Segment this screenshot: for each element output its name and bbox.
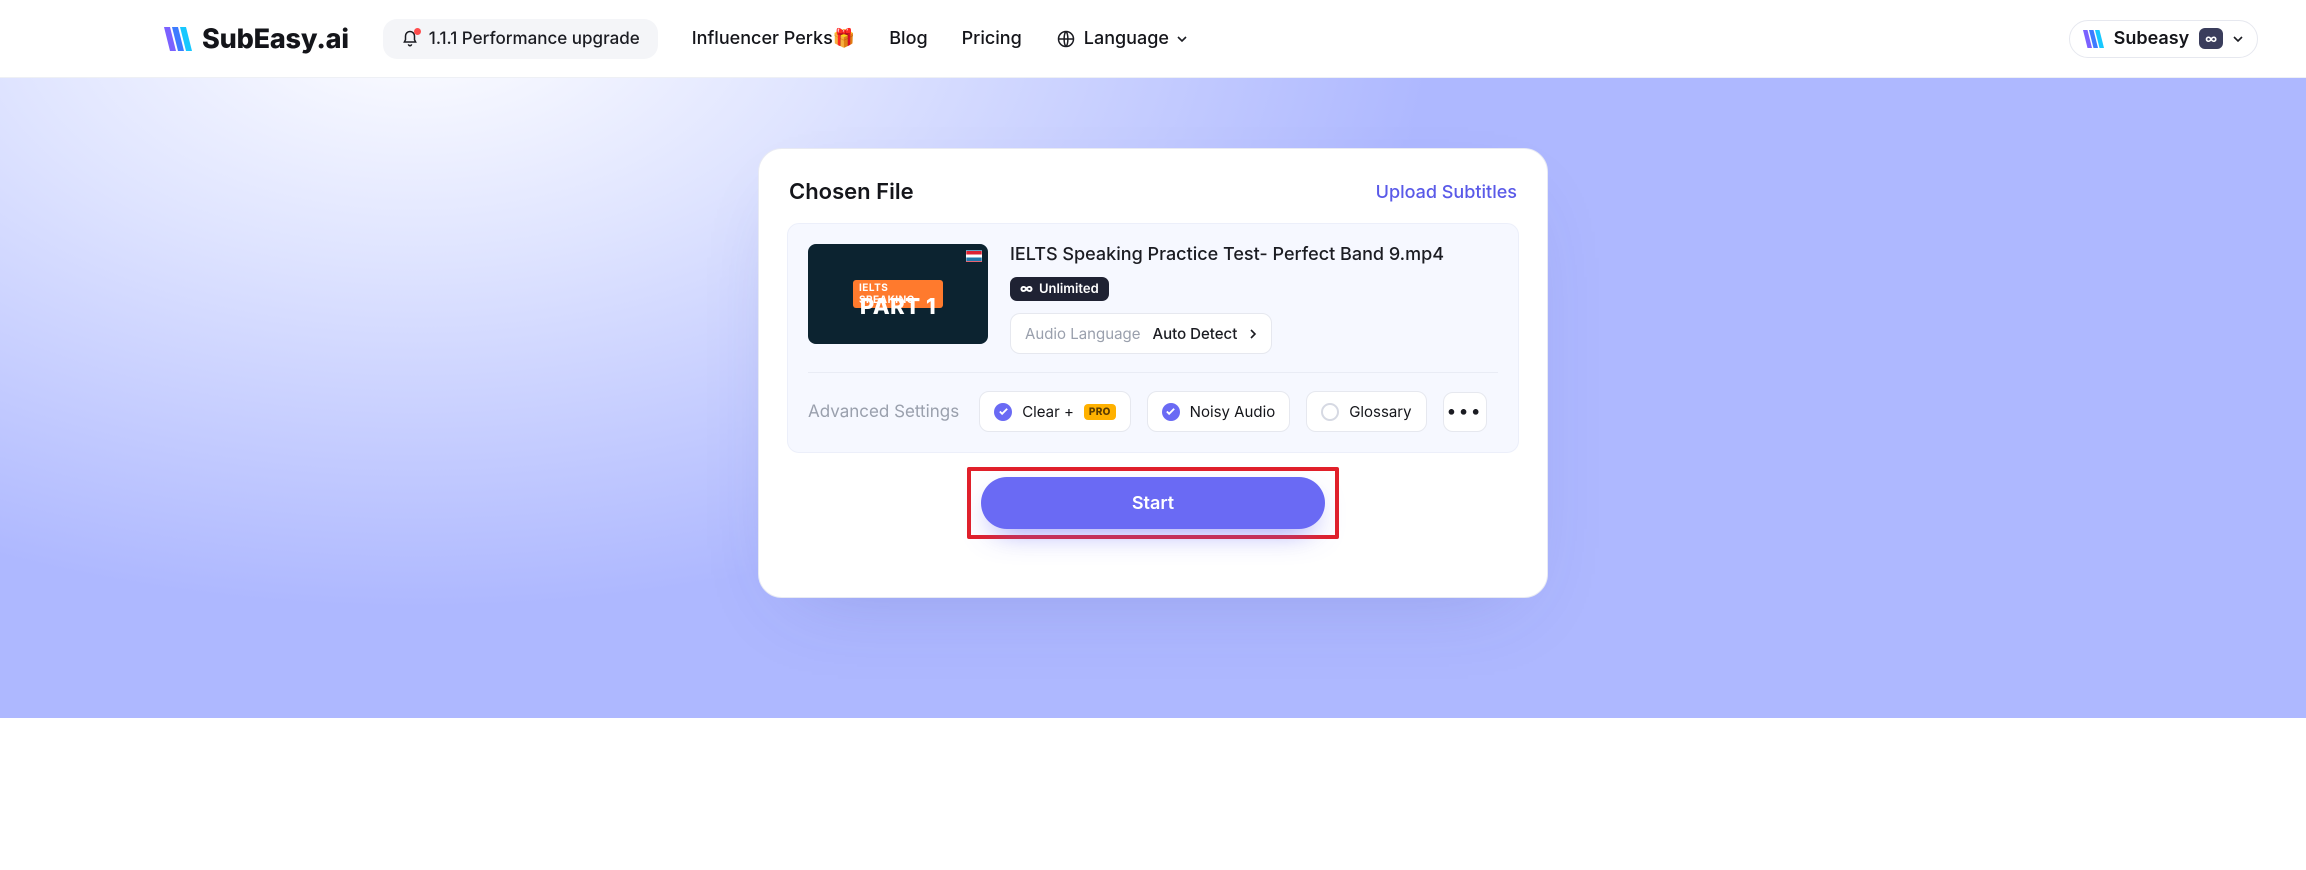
checkbox-on-icon: [1162, 403, 1180, 421]
gift-icon: 🎁: [833, 28, 855, 49]
pro-badge: PRO: [1084, 404, 1116, 420]
option-clear-label: Clear +: [1022, 402, 1074, 421]
nav-blog[interactable]: Blog: [889, 28, 927, 49]
main-stage: Chosen File Upload Subtitles IELTS SPEAK…: [0, 78, 2306, 718]
file-card: IELTS SPEAKING PART 1 IELTS Speaking Pra…: [787, 223, 1519, 453]
file-thumbnail: IELTS SPEAKING PART 1: [808, 244, 988, 344]
file-name: IELTS Speaking Practice Test- Perfect Ba…: [1010, 244, 1444, 265]
divider: [808, 372, 1498, 373]
checkbox-off-icon: [1321, 403, 1339, 421]
bell-icon: [401, 30, 419, 48]
plan-badge: ∞: [2199, 28, 2223, 49]
chosen-file-panel: Chosen File Upload Subtitles IELTS SPEAK…: [758, 148, 1548, 598]
unlimited-label: Unlimited: [1039, 281, 1099, 297]
brand-name: SubEasy.ai: [202, 22, 349, 55]
option-glossary-label: Glossary: [1349, 402, 1411, 421]
advanced-settings-label: Advanced Settings: [808, 402, 959, 422]
tutorial-highlight: Start: [967, 467, 1339, 539]
chevron-right-icon: [1249, 329, 1257, 339]
globe-icon: [1056, 29, 1076, 49]
flag-icon: [966, 250, 982, 262]
panel-title: Chosen File: [789, 179, 914, 205]
option-clear-plus[interactable]: Clear + PRO: [979, 391, 1130, 432]
account-pill[interactable]: Subeasy ∞: [2069, 20, 2258, 58]
nav-influencer-label: Influencer Perks: [692, 28, 833, 49]
infinity-icon: ∞: [1020, 281, 1033, 297]
ellipsis-icon: •••: [1446, 401, 1482, 422]
brand-logo[interactable]: SubEasy.ai: [160, 22, 349, 55]
language-label: Language: [1084, 28, 1169, 49]
brand-mark-icon: [160, 23, 192, 55]
announcement-text: 1.1.1 Performance upgrade: [429, 29, 640, 49]
option-glossary[interactable]: Glossary: [1306, 391, 1426, 432]
infinity-icon: ∞: [2205, 31, 2217, 46]
chevron-down-icon: [2233, 34, 2243, 44]
option-noisy-audio[interactable]: Noisy Audio: [1147, 391, 1291, 432]
audio-language-label: Audio Language: [1025, 324, 1140, 343]
language-selector[interactable]: Language: [1056, 28, 1187, 49]
account-name: Subeasy: [2114, 28, 2190, 49]
brand-mark-small-icon: [2080, 27, 2104, 51]
audio-language-selector[interactable]: Audio Language Auto Detect: [1010, 313, 1272, 354]
top-navbar: SubEasy.ai 1.1.1 Performance upgrade Inf…: [0, 0, 2306, 78]
option-noisy-label: Noisy Audio: [1190, 402, 1276, 421]
unlimited-badge: ∞ Unlimited: [1010, 277, 1109, 301]
more-options-button[interactable]: •••: [1443, 392, 1487, 432]
nav-pricing[interactable]: Pricing: [962, 28, 1022, 49]
thumb-title: PART 1: [860, 294, 936, 320]
announcement-chip[interactable]: 1.1.1 Performance upgrade: [383, 19, 658, 59]
nav-influencer-perks[interactable]: Influencer Perks🎁: [692, 28, 855, 49]
chevron-down-icon: [1177, 34, 1187, 44]
advanced-settings-row: Advanced Settings Clear + PRO Noisy Audi…: [808, 391, 1498, 432]
upload-subtitles-link[interactable]: Upload Subtitles: [1376, 182, 1517, 203]
start-button[interactable]: Start: [981, 477, 1325, 529]
audio-language-value: Auto Detect: [1152, 324, 1237, 343]
checkbox-on-icon: [994, 403, 1012, 421]
